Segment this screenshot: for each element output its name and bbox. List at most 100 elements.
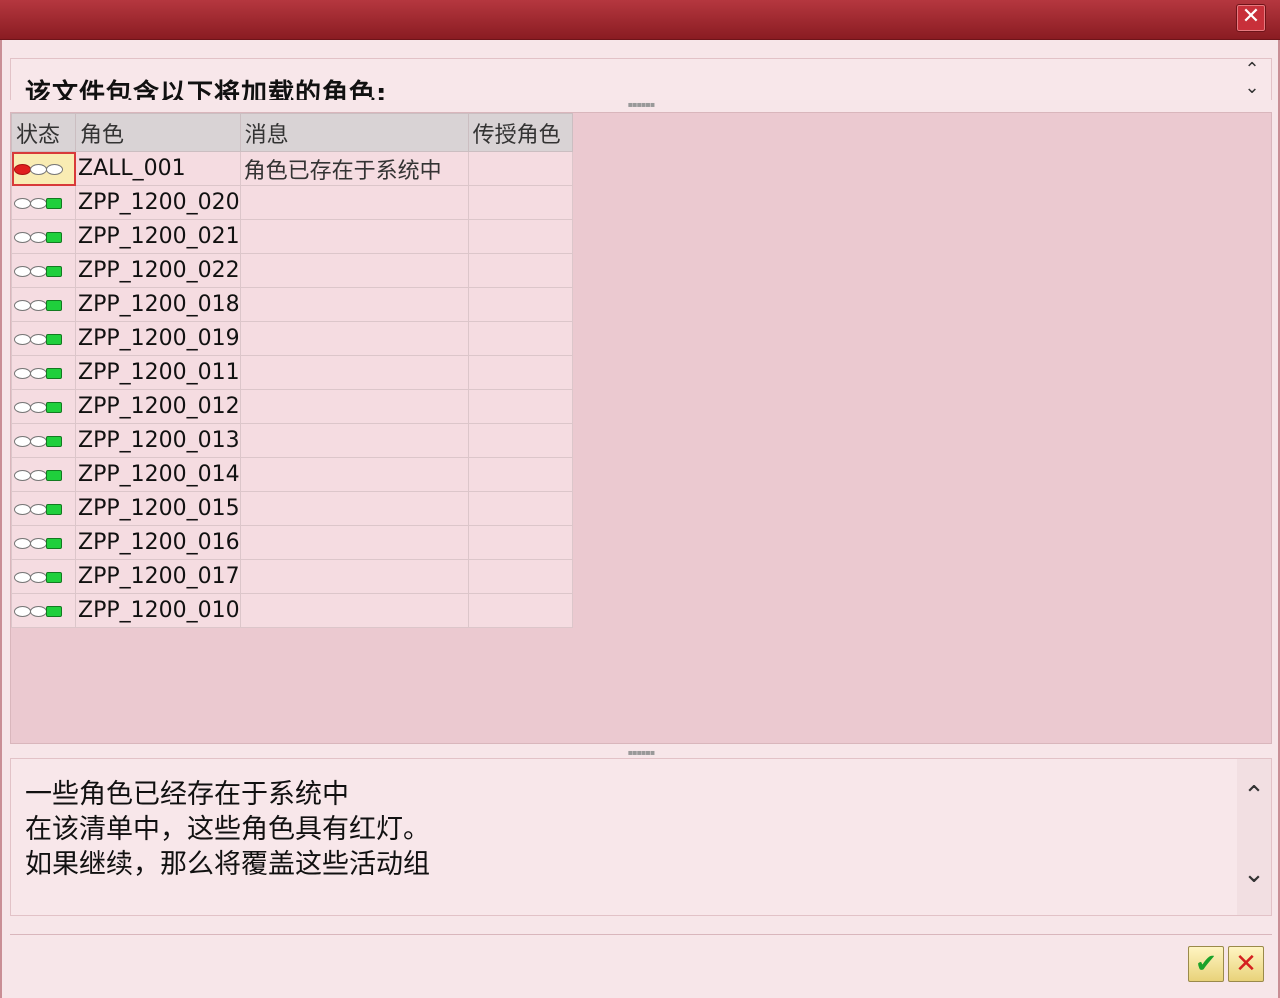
taught-role-cell[interactable] xyxy=(467,355,573,390)
table-row[interactable]: ZPP_1200_012 xyxy=(11,389,573,424)
role-cell[interactable]: ZPP_1200_011 xyxy=(75,355,241,390)
traffic-light-icon xyxy=(14,334,62,345)
message-cell[interactable] xyxy=(239,389,469,424)
table-row[interactable]: ZPP_1200_014 xyxy=(11,457,573,492)
taught-role-cell[interactable] xyxy=(467,219,573,254)
title-bar: ✕ xyxy=(0,0,1280,40)
taught-role-cell[interactable] xyxy=(467,491,573,526)
table-row[interactable]: ZPP_1200_011 xyxy=(11,355,573,390)
status-cell[interactable] xyxy=(11,321,76,356)
status-cell[interactable] xyxy=(11,457,76,492)
table-row[interactable]: ZPP_1200_016 xyxy=(11,525,573,560)
table-row[interactable]: ZPP_1200_017 xyxy=(11,559,573,594)
table-row[interactable]: ZALL_001 角色已存在于系统中 xyxy=(11,151,573,186)
role-cell[interactable]: ZPP_1200_012 xyxy=(75,389,241,424)
message-cell[interactable] xyxy=(239,219,469,254)
taught-role-cell[interactable] xyxy=(467,525,573,560)
table-row[interactable]: ZPP_1200_019 xyxy=(11,321,573,356)
cancel-button[interactable]: ✕ xyxy=(1228,946,1264,982)
traffic-light-icon xyxy=(14,470,62,481)
table-row[interactable]: ZPP_1200_015 xyxy=(11,491,573,526)
traffic-light-icon xyxy=(14,572,62,583)
role-cell[interactable]: ZPP_1200_019 xyxy=(75,321,241,356)
light-dot xyxy=(30,164,47,175)
table-row[interactable]: ZPP_1200_021 xyxy=(11,219,573,254)
status-cell[interactable] xyxy=(11,219,76,254)
role-cell[interactable]: ZPP_1200_010 xyxy=(75,593,241,628)
col-role[interactable]: 角色 xyxy=(75,113,241,152)
message-cell[interactable] xyxy=(239,457,469,492)
table-row[interactable]: ZPP_1200_013 xyxy=(11,423,573,458)
role-cell[interactable]: ZALL_001 xyxy=(75,151,241,186)
role-cell[interactable]: ZPP_1200_015 xyxy=(75,491,241,526)
taught-role-cell[interactable] xyxy=(467,253,573,288)
message-cell[interactable] xyxy=(239,491,469,526)
message-cell[interactable] xyxy=(239,593,469,628)
splitter-top[interactable]: ▪▪▪▪▪▪ xyxy=(10,98,1272,110)
col-taught-role[interactable]: 传授角色 xyxy=(467,113,573,152)
message-cell[interactable] xyxy=(239,423,469,458)
light-dot xyxy=(46,198,62,209)
role-cell[interactable]: ZPP_1200_014 xyxy=(75,457,241,492)
taught-role-cell[interactable] xyxy=(467,389,573,424)
message-cell[interactable] xyxy=(239,525,469,560)
status-cell[interactable] xyxy=(11,287,76,322)
chevron-up-icon[interactable]: ⌃ xyxy=(1237,781,1271,811)
role-cell[interactable]: ZPP_1200_016 xyxy=(75,525,241,560)
taught-role-cell[interactable] xyxy=(467,185,573,220)
message-cell[interactable] xyxy=(239,321,469,356)
traffic-light-icon xyxy=(14,436,62,447)
taught-role-cell[interactable] xyxy=(467,151,573,186)
taught-role-cell[interactable] xyxy=(467,287,573,322)
role-cell[interactable]: ZPP_1200_013 xyxy=(75,423,241,458)
message-cell[interactable] xyxy=(239,185,469,220)
traffic-light-icon xyxy=(14,368,62,379)
light-dot xyxy=(46,232,62,243)
table-row[interactable]: ZPP_1200_022 xyxy=(11,253,573,288)
col-message[interactable]: 消息 xyxy=(239,113,469,152)
info-scrollbar[interactable]: ⌃ ⌄ xyxy=(1237,759,1271,915)
message-cell[interactable] xyxy=(239,355,469,390)
checkmark-icon: ✔ xyxy=(1195,949,1217,979)
confirm-button[interactable]: ✔ xyxy=(1188,946,1224,982)
role-cell[interactable]: ZPP_1200_021 xyxy=(75,219,241,254)
status-cell[interactable] xyxy=(11,491,76,526)
table-row[interactable]: ZPP_1200_010 xyxy=(11,593,573,628)
status-cell[interactable] xyxy=(11,389,76,424)
table-row[interactable]: ZPP_1200_018 xyxy=(11,287,573,322)
status-cell[interactable] xyxy=(11,185,76,220)
message-cell[interactable] xyxy=(239,287,469,322)
light-dot xyxy=(30,538,47,549)
table-row[interactable]: ZPP_1200_020 xyxy=(11,185,573,220)
role-cell[interactable]: ZPP_1200_018 xyxy=(75,287,241,322)
status-cell[interactable] xyxy=(11,355,76,390)
taught-role-cell[interactable] xyxy=(467,457,573,492)
light-dot xyxy=(30,266,47,277)
taught-role-cell[interactable] xyxy=(467,423,573,458)
role-cell[interactable]: ZPP_1200_020 xyxy=(75,185,241,220)
taught-role-cell[interactable] xyxy=(467,321,573,356)
chevron-down-icon[interactable]: ⌄ xyxy=(1241,79,1263,97)
header-scroll[interactable]: ⌃ ⌄ xyxy=(1241,61,1263,100)
status-cell[interactable] xyxy=(11,525,76,560)
message-cell[interactable]: 角色已存在于系统中 xyxy=(239,151,469,186)
traffic-light-icon xyxy=(14,300,62,311)
message-cell[interactable] xyxy=(239,559,469,594)
chevron-down-icon[interactable]: ⌄ xyxy=(1237,859,1271,889)
role-cell[interactable]: ZPP_1200_017 xyxy=(75,559,241,594)
status-cell[interactable] xyxy=(11,593,76,628)
status-cell[interactable] xyxy=(11,151,76,186)
status-cell[interactable] xyxy=(11,559,76,594)
splitter-bottom[interactable]: ▪▪▪▪▪▪ xyxy=(10,746,1272,758)
message-cell[interactable] xyxy=(239,253,469,288)
taught-role-cell[interactable] xyxy=(467,559,573,594)
dialog-frame: 该文件包含以下将加载的角色: ⌃ ⌄ ▪▪▪▪▪▪ 状态 角色 消息 传授角色 … xyxy=(0,40,1280,998)
light-dot xyxy=(14,538,31,549)
close-button[interactable]: ✕ xyxy=(1236,4,1266,32)
light-dot xyxy=(46,368,62,379)
taught-role-cell[interactable] xyxy=(467,593,573,628)
role-cell[interactable]: ZPP_1200_022 xyxy=(75,253,241,288)
status-cell[interactable] xyxy=(11,423,76,458)
col-status[interactable]: 状态 xyxy=(11,113,76,152)
status-cell[interactable] xyxy=(11,253,76,288)
